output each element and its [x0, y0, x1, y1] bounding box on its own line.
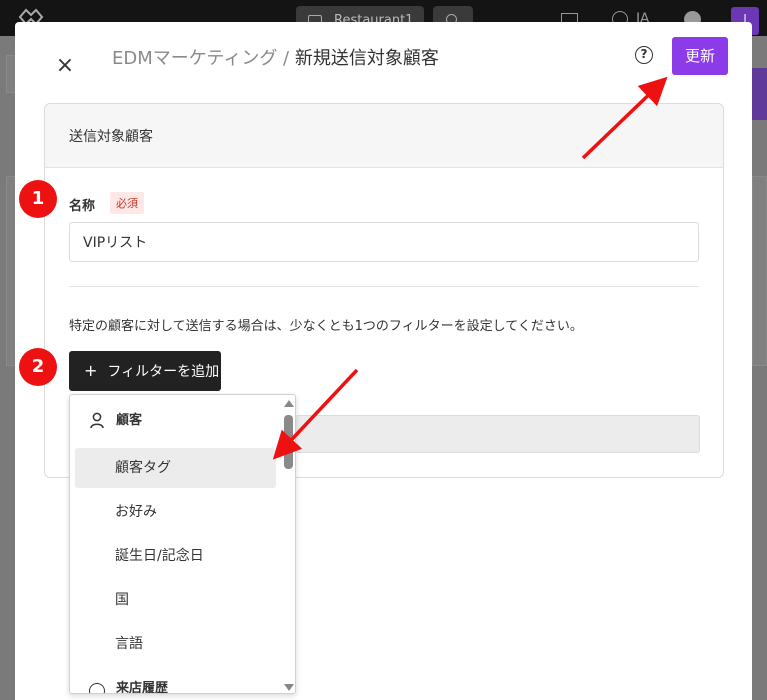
scroll-thumb[interactable]: [284, 415, 293, 469]
person-icon: [90, 412, 104, 429]
group-customer: 顧客: [70, 399, 280, 443]
menu-item-preference[interactable]: お好み: [75, 492, 276, 532]
divider: [69, 286, 699, 287]
section-heading: 送信対象顧客: [45, 104, 723, 168]
breadcrumb-separator: /: [277, 48, 295, 69]
add-filter-label: フィルターを追加: [107, 364, 220, 380]
group-customer-label: 顧客: [116, 413, 143, 428]
group-visit-label: 来店履歴: [116, 681, 169, 694]
breadcrumb[interactable]: EDMマーケティング: [112, 48, 277, 69]
name-input[interactable]: [69, 222, 699, 262]
step-marker-1: 1: [19, 180, 57, 218]
menu-item-birthday[interactable]: 誕生日/記念日: [75, 536, 276, 576]
step-marker-2: 2: [19, 348, 57, 386]
add-filter-button[interactable]: + フィルターを追加: [69, 351, 221, 391]
filter-dropdown-menu: 顧客 顧客タグ お好み 誕生日/記念日 国 言語 来店履歴: [69, 394, 296, 694]
required-badge: 必須: [110, 192, 144, 214]
background-panel: [752, 176, 767, 366]
name-label: 名称: [69, 199, 96, 214]
filter-placeholder-field: [295, 415, 700, 453]
modal-title: EDMマーケティング / 新規送信対象顧客: [112, 44, 439, 70]
filter-hint: 特定の顧客に対して送信する場合は、少なくとも1つのフィルターを設定してください。: [69, 319, 583, 334]
help-icon[interactable]: ?: [635, 46, 653, 64]
scroll-up-arrow-icon[interactable]: [284, 400, 294, 407]
menu-item-country[interactable]: 国: [75, 580, 276, 620]
group-visit-history: 来店履歴: [70, 667, 280, 694]
close-button[interactable]: ×: [54, 55, 76, 78]
clock-icon: [89, 683, 105, 693]
menu-item-customer-tag[interactable]: 顧客タグ: [75, 448, 276, 488]
update-button[interactable]: 更新: [672, 37, 728, 75]
menu-item-language[interactable]: 言語: [75, 624, 276, 664]
scroll-down-arrow-icon[interactable]: [284, 684, 294, 691]
plus-icon: +: [84, 361, 98, 380]
page-title: 新規送信対象顧客: [294, 48, 439, 69]
